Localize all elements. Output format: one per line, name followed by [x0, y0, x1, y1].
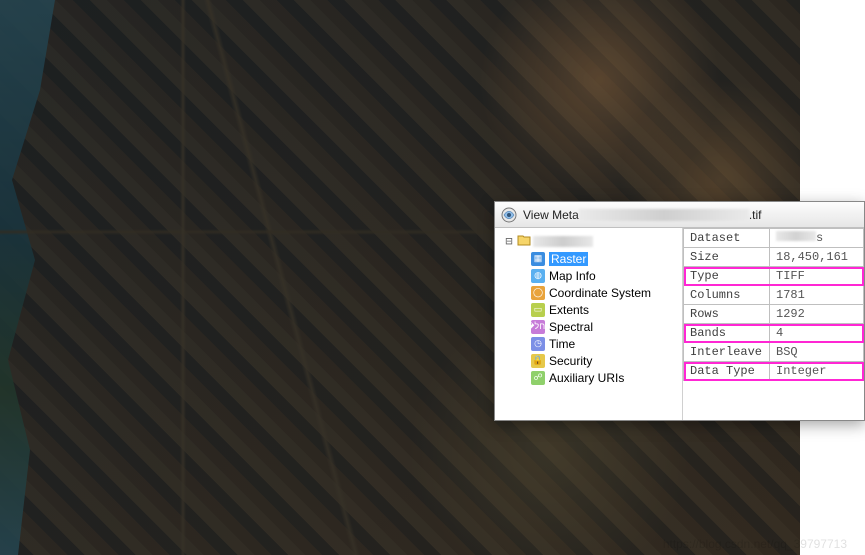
globe-icon: ◯: [531, 286, 545, 300]
watermark: https://blog.csdn.net/qq_39797713: [663, 537, 847, 551]
tree-item-raster[interactable]: ▦ Raster: [531, 250, 680, 267]
tree-root-label-blurred: [533, 236, 593, 247]
titlebar[interactable]: View Meta.tif: [495, 202, 864, 228]
folder-icon: [517, 234, 531, 249]
collapse-icon[interactable]: ⊟: [503, 234, 515, 248]
app-icon: [501, 207, 517, 223]
properties-panel: Dataset s Size 18,450,161 Type TIFF Colu…: [683, 228, 864, 420]
prop-value: Integer: [770, 362, 864, 381]
tree-item-time[interactable]: ◷ Time: [531, 335, 680, 352]
prop-value: TIFF: [770, 267, 864, 286]
window-title: View Meta.tif: [523, 208, 761, 222]
prop-value: s: [770, 229, 864, 248]
tree-item-extents[interactable]: ▭ Extents: [531, 301, 680, 318]
clock-icon: ◷: [531, 337, 545, 351]
tree-root[interactable]: ⊟: [503, 232, 680, 250]
table-row: Size 18,450,161: [684, 248, 864, 267]
tree-item-map-info[interactable]: ◍ Map Info: [531, 267, 680, 284]
table-row: Data Type Integer: [684, 362, 864, 381]
extents-icon: ▭: [531, 303, 545, 317]
table-row: Bands 4: [684, 324, 864, 343]
prop-value: 1781: [770, 286, 864, 305]
prop-value: 4: [770, 324, 864, 343]
prop-key: Bands: [684, 324, 770, 343]
tree-item-spectral[interactable]: �החל Spectral: [531, 318, 680, 335]
table-row: Dataset s: [684, 229, 864, 248]
table-row: Type TIFF: [684, 267, 864, 286]
table-row: Interleave BSQ: [684, 343, 864, 362]
metadata-tree[interactable]: ⊟ ▦ Raster ◍ Map Info: [495, 228, 683, 420]
prop-value: BSQ: [770, 343, 864, 362]
metadata-window: View Meta.tif ⊟ ▦ Raster: [494, 201, 865, 421]
prop-key: Data Type: [684, 362, 770, 381]
map-info-icon: ◍: [531, 269, 545, 283]
link-icon: ☍: [531, 371, 545, 385]
prop-value: 1292: [770, 305, 864, 324]
table-row: Rows 1292: [684, 305, 864, 324]
tree-item-auxiliary-uris[interactable]: ☍ Auxiliary URIs: [531, 369, 680, 386]
raster-icon: ▦: [531, 252, 545, 266]
prop-key: Dataset: [684, 229, 770, 248]
spectral-icon: �החל: [531, 320, 545, 334]
prop-key: Rows: [684, 305, 770, 324]
table-row: Columns 1781: [684, 286, 864, 305]
prop-key: Interleave: [684, 343, 770, 362]
prop-key: Type: [684, 267, 770, 286]
properties-table: Dataset s Size 18,450,161 Type TIFF Colu…: [683, 228, 864, 381]
prop-key: Size: [684, 248, 770, 267]
lock-icon: 🔒: [531, 354, 545, 368]
tree-item-security[interactable]: 🔒 Security: [531, 352, 680, 369]
prop-value: 18,450,161: [770, 248, 864, 267]
tree-item-coordinate-system[interactable]: ◯ Coordinate System: [531, 284, 680, 301]
prop-key: Columns: [684, 286, 770, 305]
